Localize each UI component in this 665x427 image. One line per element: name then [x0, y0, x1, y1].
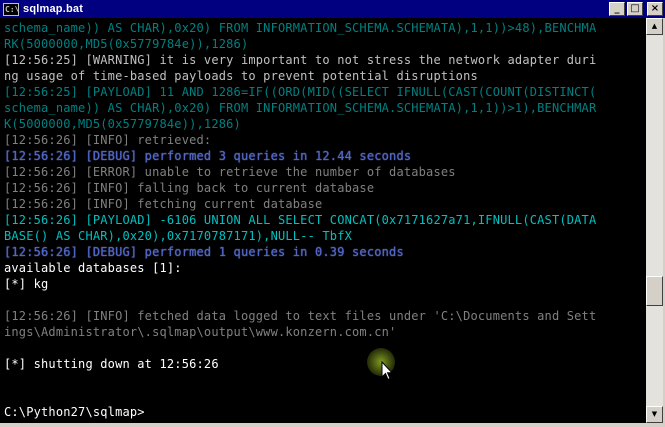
title-bar[interactable]: C:\ sqlmap.bat _ □ ×: [0, 0, 665, 18]
scroll-up-button[interactable]: ▲: [646, 18, 663, 35]
console-line: [12:56:26] [INFO] fetching current datab…: [4, 197, 323, 211]
console-line: [12:56:26] [INFO] falling back to curren…: [4, 181, 375, 195]
mouse-pointer-icon: [381, 361, 393, 381]
scroll-down-button[interactable]: ▼: [646, 406, 663, 423]
console-line: [*] shutting down at 12:56:26: [4, 357, 219, 371]
console-line: schema_name)) AS CHAR),0x20) FROM INFORM…: [4, 21, 597, 35]
console-line: [12:56:25] [PAYLOAD] 11 AND 1286=IF((ORD…: [4, 85, 597, 99]
console-line: BASE() AS CHAR),0x20),0x7170787171),NULL…: [4, 229, 353, 243]
console-line: [12:56:26] [ERROR] unable to retrieve th…: [4, 165, 456, 179]
scroll-thumb[interactable]: [646, 276, 663, 306]
vertical-scrollbar[interactable]: ▲ ▼: [646, 18, 663, 423]
maximize-button[interactable]: □: [627, 2, 643, 16]
window-frame-bottom: [0, 423, 665, 427]
console-line: K(5000000,MD5(0x5779784e)),1286): [4, 117, 241, 131]
close-button[interactable]: ×: [647, 2, 663, 16]
console-line: RK(5000000,MD5(0x5779784e)),1286): [4, 37, 249, 51]
console-window: C:\ sqlmap.bat _ □ × schema_name)) AS CH…: [0, 0, 665, 427]
command-prompt[interactable]: C:\Python27\sqlmap>: [4, 404, 145, 420]
cmd-icon[interactable]: C:\: [3, 2, 19, 16]
console-line: ng usage of time-based payloads to preve…: [4, 69, 478, 83]
console-output[interactable]: schema_name)) AS CHAR),0x20) FROM INFORM…: [0, 18, 646, 423]
console-line: [12:56:26] [INFO] retrieved:: [4, 133, 212, 147]
console-line: [12:56:26] [DEBUG] performed 3 queries i…: [4, 149, 412, 163]
console-line: schema_name)) AS CHAR),0x20) FROM INFORM…: [4, 101, 597, 115]
minimize-button[interactable]: _: [609, 2, 625, 16]
console-line: ings\Administrator\.sqlmap\output\www.ko…: [4, 325, 397, 339]
console-line: available databases [1]:: [4, 261, 182, 275]
console-line: [12:56:26] [DEBUG] performed 1 queries i…: [4, 245, 404, 259]
console-line: [*] kg: [4, 277, 49, 291]
console-line: [12:56:26] [PAYLOAD] -6106 UNION ALL SEL…: [4, 213, 597, 227]
console-line: [12:56:26] [INFO] fetched data logged to…: [4, 309, 597, 323]
window-title: sqlmap.bat: [23, 3, 84, 15]
title-buttons: _ □ ×: [609, 2, 663, 16]
console-line: [12:56:25] [WARNING] it is very importan…: [4, 53, 597, 67]
